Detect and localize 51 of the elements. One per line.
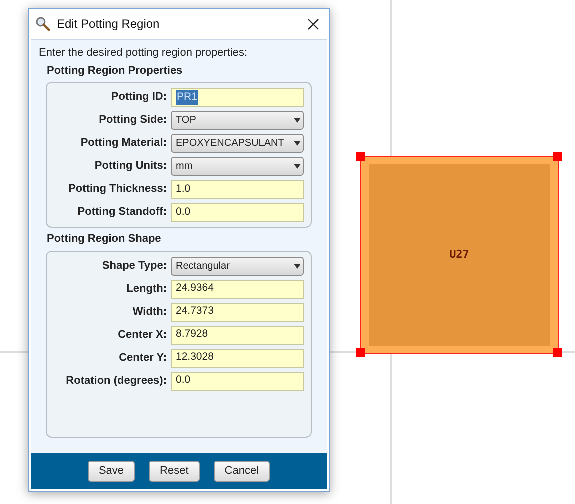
field-value: 8.7928	[176, 327, 208, 342]
group-title: Potting Region Properties	[47, 64, 184, 78]
text-field[interactable]: 24.9364	[171, 280, 304, 298]
text-field[interactable]: 0.0	[171, 372, 304, 390]
close-icon[interactable]	[308, 18, 319, 30]
field-value: PR1	[176, 90, 198, 106]
dropdown[interactable]: TOP	[171, 111, 304, 130]
resize-handle[interactable]	[553, 348, 562, 357]
field-label: Center Y:	[118, 350, 168, 366]
dropdown[interactable]: Rectangular	[171, 256, 304, 276]
dialog-button[interactable]: Save	[88, 460, 136, 482]
dialog-button[interactable]: Cancel	[214, 460, 270, 482]
field-value: 0.0	[176, 373, 191, 388]
window-title: Edit Potting Region	[57, 16, 161, 33]
dropdown-arrow-icon	[294, 164, 301, 169]
resize-handle[interactable]	[553, 152, 562, 161]
field-label: Potting ID:	[110, 90, 168, 106]
field-label: Center X:	[117, 328, 168, 343]
field-value: 0.0	[176, 204, 191, 220]
text-field[interactable]: 12.3028	[171, 348, 304, 368]
component-label: U27	[450, 246, 470, 263]
field-value: 24.7373	[176, 304, 214, 320]
magnifier-icon	[35, 16, 51, 32]
dropdown-arrow-icon	[294, 141, 301, 146]
resize-handle[interactable]	[356, 152, 365, 161]
dropdown-arrow-icon	[294, 264, 301, 268]
field-value: 24.9364	[176, 281, 214, 296]
dropdown[interactable]: mm	[171, 157, 304, 176]
field-label: Rotation (degrees):	[65, 374, 168, 389]
field-label: Potting Standoff:	[76, 205, 168, 220]
field-label: Potting Side:	[98, 113, 168, 128]
instruction-text: Enter the desired potting region properties:	[39, 46, 249, 61]
dialog-button[interactable]: Reset	[149, 460, 200, 482]
text-field[interactable]: 0.0	[171, 203, 304, 222]
dropdown-arrow-icon	[294, 118, 301, 123]
text-field[interactable]: 8.7928	[171, 326, 304, 344]
group-title: Potting Region Shape	[47, 232, 162, 247]
field-value: 1.0	[176, 182, 191, 197]
resize-handle[interactable]	[356, 348, 365, 357]
field-label: Potting Material:	[80, 136, 168, 152]
field-label: Length:	[126, 282, 168, 297]
field-label: Potting Units:	[94, 159, 168, 174]
component-footprint[interactable]: U27	[361, 157, 558, 353]
text-field[interactable]: PR1	[171, 88, 304, 107]
field-label: Shape Type:	[101, 258, 168, 274]
text-field[interactable]: 1.0	[171, 180, 304, 199]
field-label: Potting Thickness:	[68, 182, 168, 198]
field-value: 12.3028	[176, 350, 214, 366]
text-field[interactable]: 24.7373	[171, 302, 304, 322]
field-label: Width:	[132, 304, 168, 320]
dropdown[interactable]: EPOXYENCAPSULANT	[171, 134, 304, 153]
